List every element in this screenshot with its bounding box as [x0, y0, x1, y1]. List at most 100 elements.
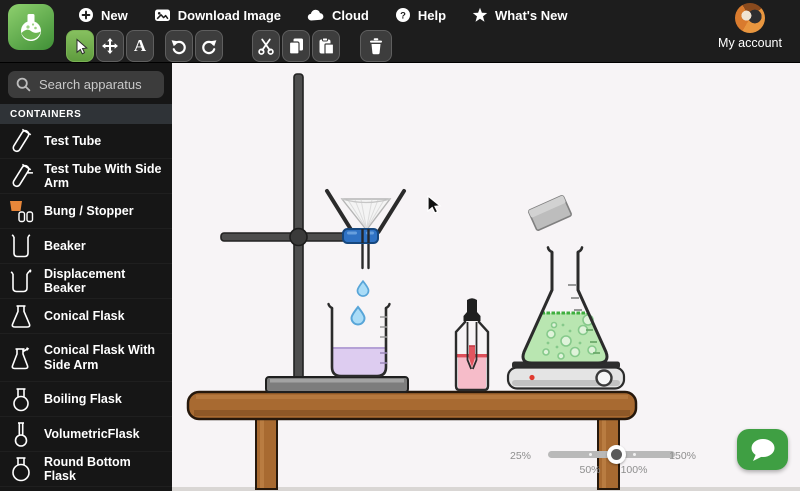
sidebar-item-volumetric-flask[interactable]: VolumetricFlask	[0, 417, 172, 452]
test-tube-side-arm-icon	[8, 163, 34, 190]
sidebar-item-displacement-beaker[interactable]: Displacement Beaker	[0, 264, 172, 299]
beaker-icon	[8, 233, 34, 260]
help-circle-icon: ?	[395, 8, 410, 22]
mouse-cursor	[427, 194, 442, 214]
sidebar-item-label: Bung / Stopper	[44, 203, 134, 218]
beaker-liquid	[333, 348, 385, 375]
conical-flask-side-arm-icon	[8, 344, 34, 371]
apparatus-list: Test Tube Test Tube With Side Arm Bung /…	[0, 124, 172, 491]
sidebar-item-label: Test Tube With Side Arm	[44, 161, 162, 190]
zoom-min-label: 25%	[510, 450, 532, 462]
table-leg	[255, 417, 278, 490]
sidebar-item-label: Conical Flask With Side Arm	[44, 343, 156, 372]
boss-clamp[interactable]	[342, 228, 379, 244]
sidebar-item-bung-stopper[interactable]: Bung / Stopper	[0, 194, 172, 229]
containers-section-header: CONTAINERS	[0, 104, 172, 124]
stand-boss-knob	[289, 227, 308, 247]
sidebar-item-round-bottom-flask[interactable]: Round Bottom Flask	[0, 452, 172, 487]
search-box[interactable]	[8, 71, 164, 98]
funnel-right-edge	[376, 189, 406, 234]
redo-icon	[202, 40, 217, 55]
menu-whats-new-label: What's New	[495, 7, 568, 23]
chat-bubble-icon	[751, 438, 774, 461]
water-drop	[356, 279, 370, 297]
cloud-icon	[307, 9, 324, 21]
undo-icon	[171, 40, 186, 55]
zoom-mark-100	[633, 453, 636, 456]
edit-toolbar: A	[0, 29, 394, 63]
star-icon	[472, 7, 488, 22]
menu-download-image-label: Download Image	[177, 7, 282, 23]
lab-scene	[172, 73, 800, 491]
zoom-100-label: 100%	[620, 464, 648, 476]
conical-flask-with-green-liquid[interactable]	[521, 246, 609, 365]
scissors-icon	[258, 38, 274, 55]
zoom-mark-50	[589, 453, 592, 456]
account-area[interactable]: My account	[710, 3, 790, 50]
sidebar-item-label: Test Tube	[44, 133, 102, 148]
sidebar-item-label: Round Bottom Flask	[44, 454, 131, 483]
sidebar-item-conical-flask[interactable]: Conical Flask	[0, 299, 172, 334]
hot-plate-knob	[595, 369, 613, 387]
funnel-left-edge	[325, 189, 355, 234]
stand-rod	[293, 73, 304, 380]
main-menu: New Download Image Cloud ? Help What's N…	[78, 0, 567, 30]
menu-help[interactable]: ? Help	[395, 7, 446, 23]
plus-circle-icon	[79, 8, 93, 22]
trash-icon	[370, 38, 382, 55]
zoom-slider-thumb[interactable]	[607, 445, 626, 464]
paste-button[interactable]	[312, 30, 340, 62]
dropper-bulb	[463, 298, 481, 321]
chat-button[interactable]	[737, 429, 788, 470]
conical-flask-icon	[8, 303, 34, 330]
select-tool-button[interactable]	[66, 30, 94, 62]
sidebar-item-boiling-flask[interactable]: Boiling Flask	[0, 382, 172, 417]
sidebar-item-label: VolumetricFlask	[44, 426, 140, 441]
text-tool-button[interactable]: A	[126, 30, 154, 62]
workbench-canvas[interactable]: 25% 50% 100% 150%	[172, 63, 800, 491]
user-avatar[interactable]	[735, 3, 765, 33]
sidebar-item-conical-flask-side-arm[interactable]: Conical Flask With Side Arm	[0, 334, 172, 382]
cursor-icon	[76, 38, 88, 55]
image-icon	[154, 9, 170, 21]
menu-download-image[interactable]: Download Image	[154, 7, 281, 23]
move-tool-button[interactable]	[96, 30, 124, 62]
search-icon	[16, 77, 31, 92]
sidebar-item-label: Boiling Flask	[44, 391, 122, 406]
delete-button[interactable]	[360, 30, 392, 62]
menu-cloud[interactable]: Cloud	[307, 8, 369, 23]
metal-strip[interactable]	[528, 195, 572, 231]
copy-icon	[288, 38, 303, 55]
apparatus-sidebar: CONTAINERS Test Tube Test Tube With Side…	[0, 63, 172, 491]
sidebar-item-label: Conical Flask	[44, 308, 125, 323]
clamp-body	[342, 228, 379, 244]
round-bottom-flask-icon	[8, 456, 34, 483]
sidebar-item-label: Displacement Beaker	[44, 266, 126, 295]
zoom-50-label: 50%	[579, 464, 601, 476]
power-light	[529, 374, 535, 381]
text-icon: A	[133, 36, 147, 55]
zoom-slider-track[interactable]	[548, 445, 675, 464]
search-input[interactable]	[39, 77, 154, 92]
menu-new[interactable]: New	[78, 7, 128, 23]
water-drops	[350, 279, 370, 326]
sidebar-item-test-tube[interactable]: Test Tube	[0, 124, 172, 159]
cut-button[interactable]	[252, 30, 280, 62]
redo-button[interactable]	[195, 30, 223, 62]
menu-cloud-label: Cloud	[332, 7, 369, 23]
hot-plate[interactable]	[506, 361, 626, 390]
account-label: My account	[718, 36, 782, 50]
undo-button[interactable]	[165, 30, 193, 62]
sidebar-item-beaker[interactable]: Beaker	[0, 229, 172, 264]
volumetric-flask-icon	[8, 421, 34, 448]
boiling-flask-icon	[8, 386, 34, 413]
sidebar-item-test-tube-side-arm[interactable]: Test Tube With Side Arm	[0, 159, 172, 194]
dropper-bottle-with-pink-liquid[interactable]	[454, 298, 490, 392]
top-bar: New Download Image Cloud ? Help What's N…	[0, 0, 800, 63]
menu-whats-new[interactable]: What's New	[472, 7, 567, 23]
sidebar-item-label: Beaker	[44, 238, 86, 253]
displacement-beaker-icon	[8, 268, 34, 295]
menu-new-label: New	[101, 7, 128, 23]
menu-help-label: Help	[417, 7, 447, 23]
copy-button[interactable]	[282, 30, 310, 62]
